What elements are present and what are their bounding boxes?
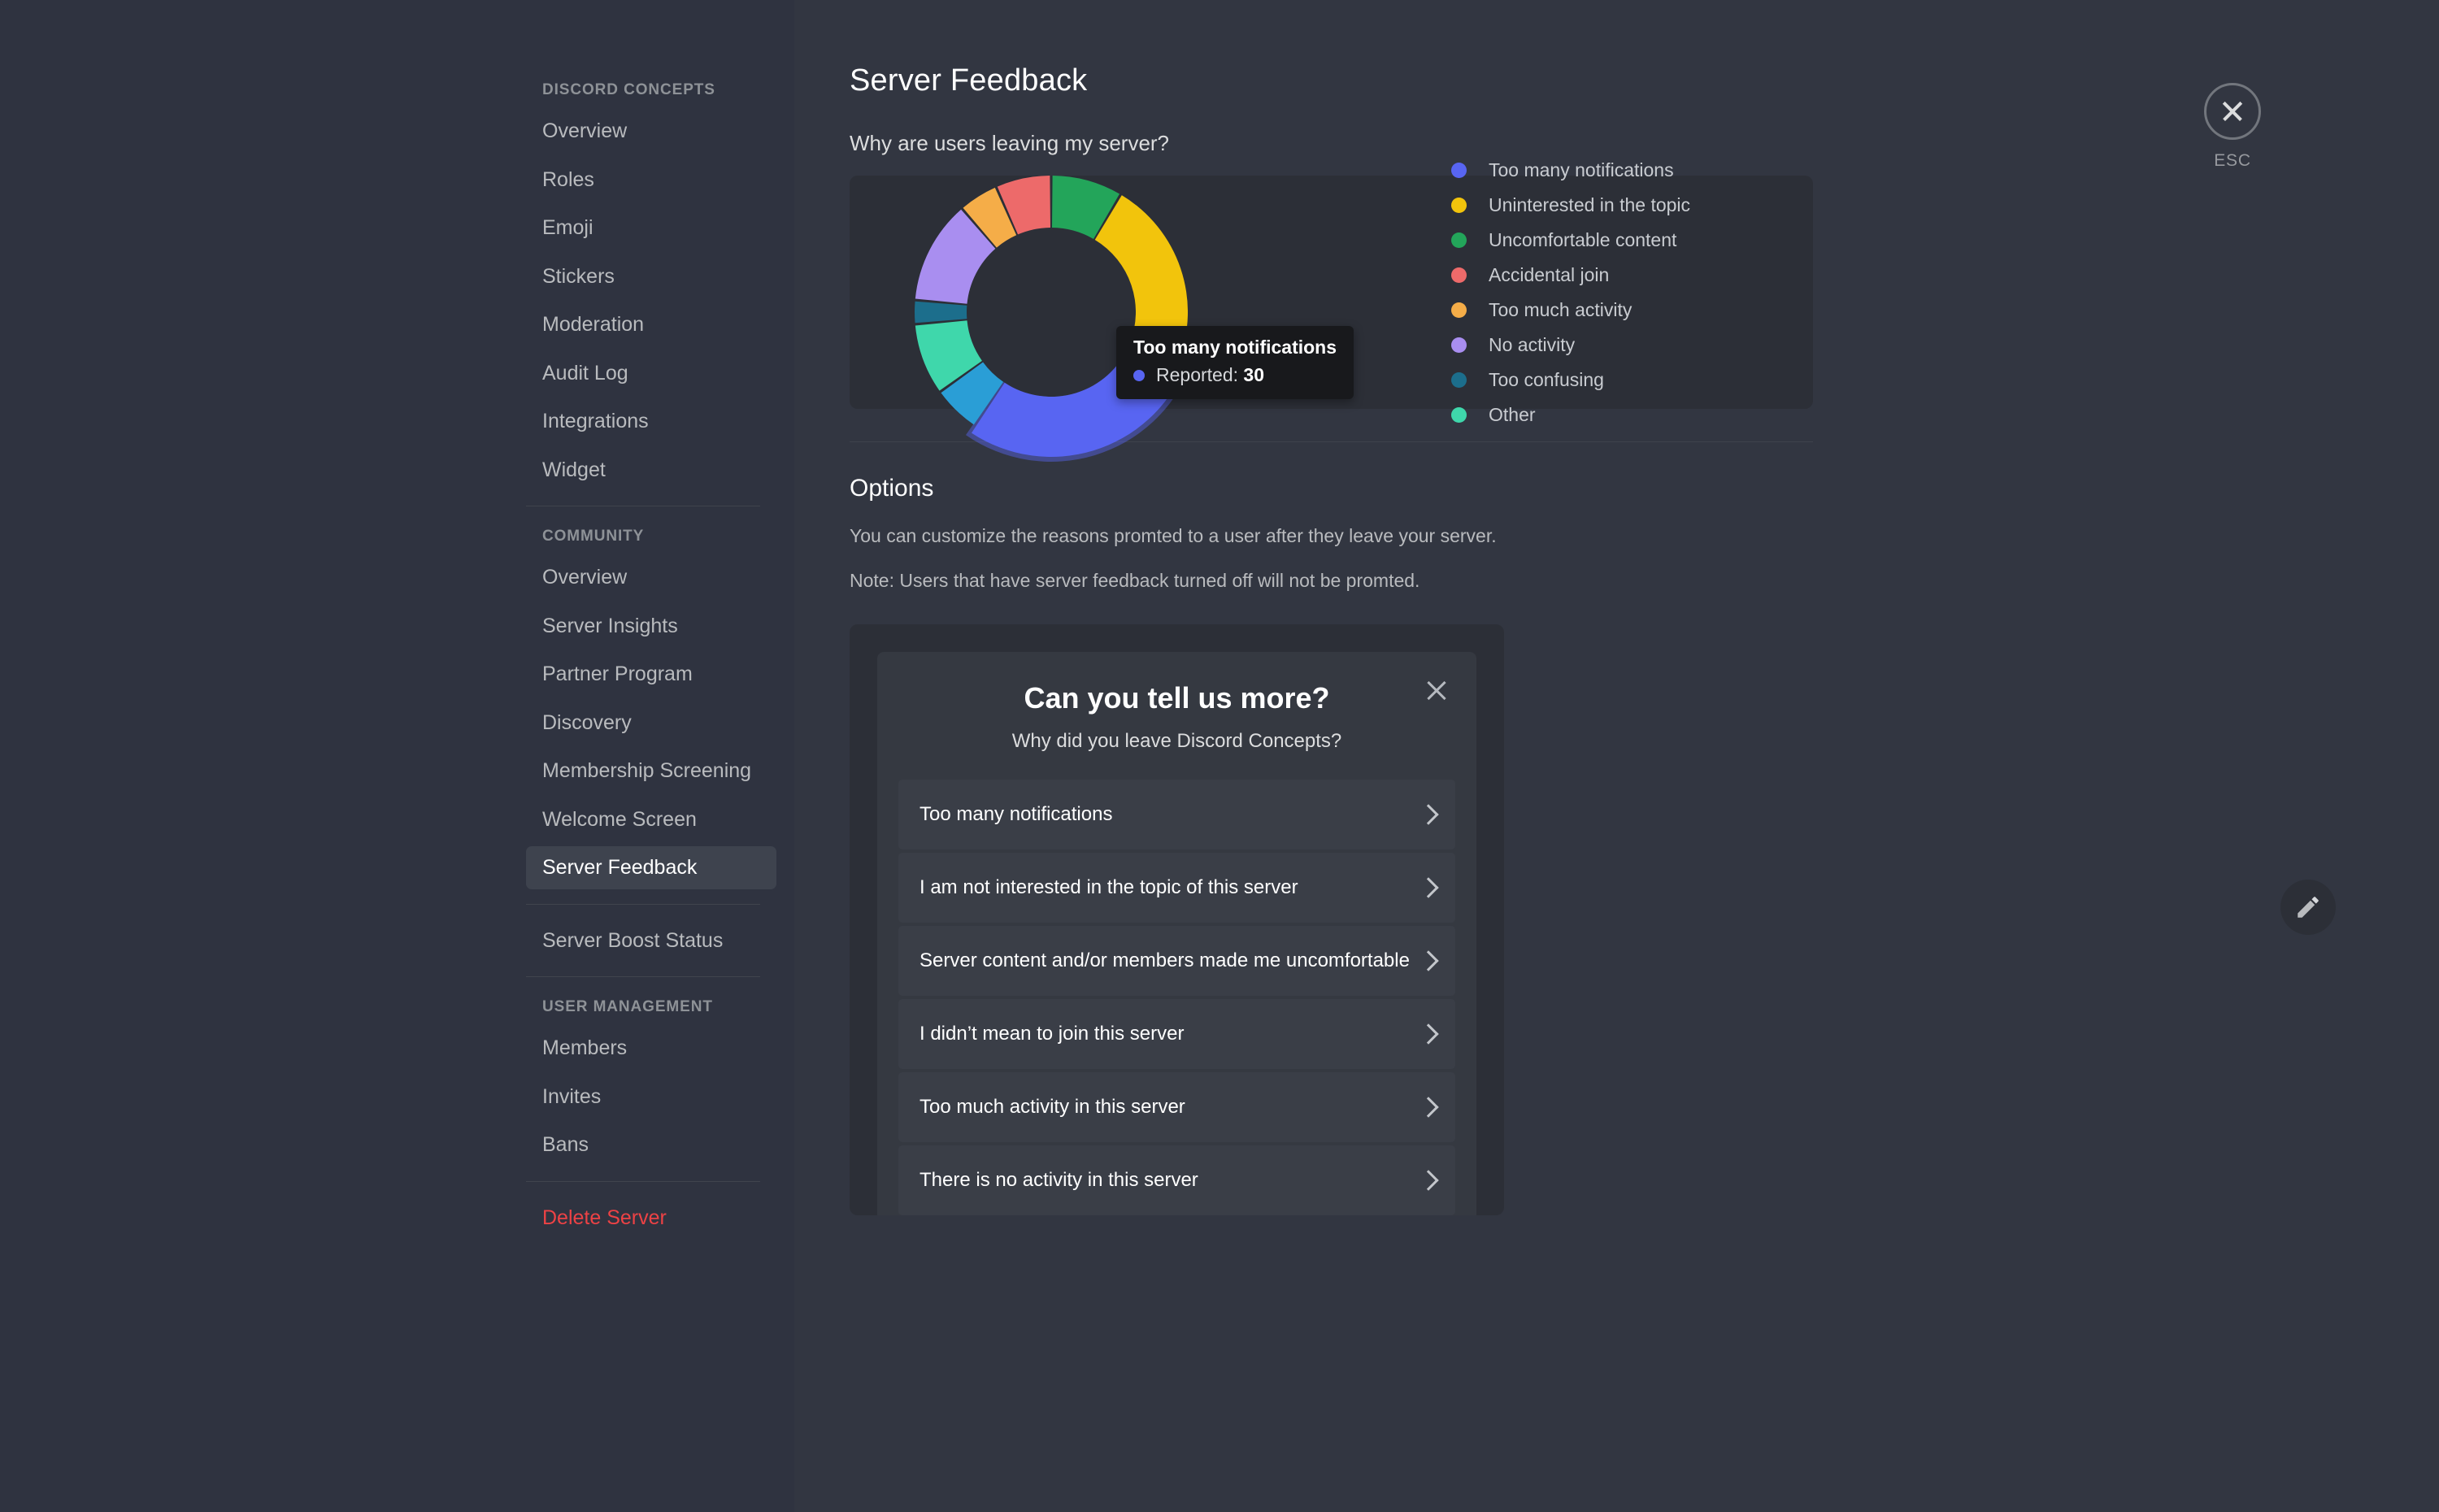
chevron-right-icon	[1419, 875, 1434, 900]
legend-item[interactable]: Accidental join	[1451, 258, 1690, 293]
edit-options-button[interactable]	[2280, 880, 2336, 935]
reason-label: Too many notifications	[920, 803, 1113, 826]
legend-item[interactable]: Uninterested in the topic	[1451, 188, 1690, 223]
feedback-chart-card: Too many notifications Uninterested in th…	[850, 159, 1813, 462]
close-icon[interactable]	[2204, 83, 2261, 140]
reason-list: Too many notifications I am not intereste…	[877, 780, 1476, 1215]
tooltip-title: Too many notifications	[1133, 337, 1337, 358]
sidebar-item-welcome-screen[interactable]: Welcome Screen	[526, 798, 776, 841]
sidebar-item-discovery[interactable]: Discovery	[526, 702, 776, 745]
esc-label: ESC	[2214, 151, 2251, 170]
sidebar-item-membership-screening[interactable]: Membership Screening	[526, 749, 776, 793]
settings-sidebar: DISCORD CONCEPTS Overview Roles Emoji Sticke…	[0, 0, 794, 1512]
sidebar-item-emoji[interactable]: Emoji	[526, 206, 776, 250]
legend-color-dot	[1451, 232, 1467, 248]
legend-item[interactable]: Other	[1451, 398, 1690, 432]
reason-label: I didn’t mean to join this server	[920, 1023, 1185, 1045]
reason-row[interactable]: I didn’t mean to join this server	[898, 999, 1455, 1069]
reason-row[interactable]: Too much activity in this server	[898, 1072, 1455, 1142]
reason-row[interactable]: Server content and/or members made me un…	[898, 926, 1455, 996]
reason-row[interactable]: There is no activity in this server	[898, 1145, 1455, 1215]
reason-label: I am not interested in the topic of this…	[920, 876, 1298, 899]
sidebar-item-overview[interactable]: Overview	[526, 556, 776, 599]
chevron-right-icon	[1419, 1095, 1434, 1119]
sidebar-divider	[526, 976, 760, 977]
pencil-icon	[2298, 897, 2319, 918]
legend-label: Other	[1489, 403, 1536, 425]
sidebar-item-integrations[interactable]: Integrations	[526, 400, 776, 443]
reason-label: There is no activity in this server	[920, 1169, 1198, 1192]
feedback-preview-card: Can you tell us more? Why did you leave …	[850, 624, 1504, 1215]
sidebar-item-roles[interactable]: Roles	[526, 159, 776, 202]
chart-tooltip: Too many notifications Reported: 30	[1116, 326, 1354, 399]
legend-item[interactable]: Too many notifications	[1451, 153, 1690, 188]
sidebar-item-members[interactable]: Members	[526, 1027, 776, 1070]
legend-color-dot	[1451, 302, 1467, 318]
reason-row[interactable]: I am not interested in the topic of this…	[898, 853, 1455, 923]
page-title: Server Feedback	[850, 63, 1088, 98]
chevron-right-icon	[1419, 949, 1434, 973]
modal-close-icon[interactable]	[1423, 676, 1450, 704]
tooltip-row: Reported: 30	[1133, 364, 1337, 386]
sidebar-item-moderation[interactable]: Moderation	[526, 303, 776, 346]
sidebar-divider	[526, 1180, 760, 1182]
legend-label: No activity	[1489, 333, 1576, 355]
feedback-modal-preview: Can you tell us more? Why did you leave …	[877, 652, 1476, 1215]
legend-color-dot	[1451, 406, 1467, 423]
legend-label: Uninterested in the topic	[1489, 193, 1691, 215]
chart-legend: Too many notifications Uninterested in th…	[1451, 153, 1690, 432]
sidebar-item-server-feedback[interactable]: Server Feedback	[526, 846, 776, 889]
settings-main: Server Feedback Why are users leaving my…	[794, 0, 2439, 1512]
settings-page: DISCORD CONCEPTS Overview Roles Emoji Sticke…	[0, 0, 2439, 1512]
legend-item[interactable]: Too confusing	[1451, 363, 1690, 398]
legend-color-dot	[1451, 371, 1467, 388]
sidebar-item-overview[interactable]: Overview	[526, 110, 776, 153]
legend-label: Too much activity	[1489, 298, 1633, 320]
legend-item[interactable]: No activity	[1451, 328, 1690, 363]
legend-color-dot	[1451, 197, 1467, 213]
legend-color-dot	[1451, 267, 1467, 283]
sidebar-item-audit-log[interactable]: Audit Log	[526, 352, 776, 395]
modal-subtitle: Why did you leave Discord Concepts?	[1011, 730, 1342, 752]
legend-label: Too many notifications	[1489, 159, 1674, 180]
reason-label: Server content and/or members made me un…	[920, 949, 1410, 972]
close-settings-button[interactable]: ESC	[2204, 83, 2261, 171]
reason-label: Too much activity in this server	[920, 1096, 1185, 1119]
tooltip-value: Reported: 30	[1156, 364, 1264, 385]
legend-color-dot	[1451, 162, 1467, 178]
options-note: Note: Users that have server feedback tu…	[850, 570, 1420, 591]
options-description: You can customize the reasons promted to…	[850, 525, 1497, 546]
tooltip-color-dot	[1133, 369, 1145, 381]
sidebar-section-header: DISCORD CONCEPTS	[542, 81, 715, 98]
chevron-right-icon	[1419, 802, 1434, 827]
donut-slice[interactable]	[915, 301, 967, 324]
legend-label: Accidental join	[1489, 263, 1610, 285]
chevron-right-icon	[1419, 1022, 1434, 1046]
sidebar-item-widget[interactable]: Widget	[526, 449, 776, 492]
chevron-right-icon	[1419, 1168, 1434, 1193]
modal-title: Can you tell us more?	[1024, 681, 1330, 715]
legend-label: Uncomfortable content	[1489, 228, 1677, 250]
legend-item[interactable]: Too much activity	[1451, 293, 1690, 328]
legend-item[interactable]: Uncomfortable content	[1451, 223, 1690, 258]
sidebar-nav: DISCORD CONCEPTS Overview Roles Emoji Sticke…	[526, 81, 794, 1512]
sidebar-item-server-insights[interactable]: Server Insights	[526, 605, 776, 648]
sidebar-item-invites[interactable]: Invites	[526, 1075, 776, 1119]
sidebar-section-header: COMMUNITY	[542, 528, 645, 545]
sidebar-divider	[526, 903, 760, 905]
reason-row[interactable]: Too many notifications	[898, 780, 1455, 849]
sidebar-section-header: USER MANAGEMENT	[542, 998, 713, 1015]
legend-label: Too confusing	[1489, 368, 1604, 390]
legend-color-dot	[1451, 337, 1467, 353]
sidebar-item-bans[interactable]: Bans	[526, 1123, 776, 1167]
sidebar-item-server-boost-status[interactable]: Server Boost Status	[526, 919, 776, 962]
sidebar-item-stickers[interactable]: Stickers	[526, 255, 776, 298]
sidebar-item-partner-program[interactable]: Partner Program	[526, 653, 776, 696]
sidebar-item-delete-server[interactable]: Delete Server	[526, 1197, 776, 1240]
